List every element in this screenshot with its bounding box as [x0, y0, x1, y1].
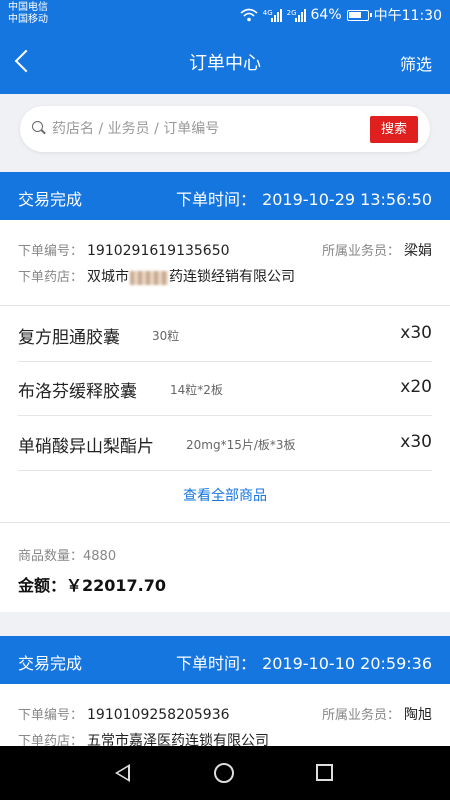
order-time: 下单时间： 2019-10-29 13:56:50: [176, 186, 432, 210]
product-row[interactable]: 布洛芬缓释胶囊 14粒*2板 x20: [0, 361, 450, 415]
carrier-2: 中国移动: [8, 14, 48, 25]
order-card-2: 下单编号： 1910109258205936 所属业务员： 陶旭 下单药店： 五常市嘉…: [0, 684, 450, 746]
order-time: 下单时间： 2019-10-10 20:59:36: [176, 650, 432, 674]
signal-icon-2: 2G: [286, 8, 306, 22]
order-number-value: 1910291619135650: [87, 243, 230, 259]
order-header-2[interactable]: 交易完成 下单时间： 2019-10-10 20:59:36: [0, 636, 450, 684]
network-type-1: 4G: [262, 8, 273, 17]
carrier-info: 中国电信 中国移动: [8, 2, 48, 26]
filter-button[interactable]: 筛选: [400, 51, 432, 75]
redacted-mosaic: [130, 270, 169, 285]
pharmacy-prefix: 双城市: [87, 269, 130, 285]
product-name: 单硝酸异山梨酯片: [18, 437, 154, 457]
salesperson-label: 所属业务员：: [321, 244, 400, 259]
order-status: 交易完成: [18, 654, 83, 673]
divider: [0, 305, 450, 306]
pharmacy-line: 下单药店： 五常市嘉泽医药连锁有限公司: [18, 730, 269, 746]
product-row[interactable]: 复方胆通胶囊 30粒 x30: [0, 307, 450, 361]
amount-label: 金额：: [18, 576, 67, 595]
product-name: 复方胆通胶囊: [18, 328, 120, 348]
product-qty: x20: [400, 377, 432, 397]
salesperson-label: 所属业务员：: [321, 708, 400, 723]
product-spec: 20mg*15片/板*3板: [186, 438, 296, 452]
salesperson-value: 梁娟: [404, 243, 432, 259]
search-area: 搜索: [0, 94, 450, 164]
product-count-value: 4880: [83, 549, 117, 564]
network-type-2: 2G: [286, 8, 297, 17]
order-header-1[interactable]: 交易完成 下单时间： 2019-10-29 13:56:50: [0, 172, 450, 220]
divider: [0, 522, 450, 523]
order-summary: 商品数量：4880 金额：￥22017.70: [18, 545, 166, 596]
order-number-line: 下单编号： 1910109258205936: [18, 704, 230, 723]
amount-value: ￥22017.70: [66, 576, 167, 595]
amount-line: 金额：￥22017.70: [18, 572, 166, 596]
carrier-1: 中国电信: [8, 2, 48, 13]
order-card-1: 下单编号： 1910291619135650 所属业务员： 梁娟 下单药店： 双城市 药…: [0, 220, 450, 612]
search-input[interactable]: [52, 114, 352, 144]
order-time-label: 下单时间：: [176, 190, 257, 209]
product-spec: 14粒*2板: [170, 383, 223, 397]
product-qty: x30: [400, 432, 432, 452]
signal-icon-1: 4G: [262, 8, 282, 22]
pharmacy-label: 下单药店：: [18, 734, 84, 746]
product-name: 布洛芬缓释胶囊: [18, 382, 137, 402]
order-time-value: 2019-10-29 13:56:50: [262, 190, 432, 209]
nav-recent-apps-icon[interactable]: [316, 764, 333, 781]
product-spec: 30粒: [152, 329, 180, 343]
clock: 中午11:30: [373, 8, 442, 24]
order-time-value: 2019-10-10 20:59:36: [262, 654, 432, 673]
search-box: 搜索: [20, 106, 430, 152]
salesperson-value: 陶旭: [404, 707, 432, 723]
divider: [18, 470, 432, 471]
pharmacy-suffix: 药连锁经销有限公司: [169, 269, 296, 285]
system-nav-bar: [0, 746, 450, 800]
nav-home-icon[interactable]: [214, 763, 234, 783]
salesperson-line: 所属业务员： 陶旭: [322, 704, 432, 724]
salesperson-line: 所属业务员： 梁娟: [322, 240, 432, 260]
order-time-label: 下单时间：: [176, 654, 257, 673]
pharmacy-label: 下单药店：: [18, 270, 84, 285]
product-count-line: 商品数量：4880: [18, 545, 166, 564]
product-row[interactable]: 单硝酸异山梨酯片 20mg*15片/板*3板 x30: [0, 416, 450, 470]
battery-icon: [346, 9, 372, 21]
search-button[interactable]: 搜索: [370, 116, 418, 143]
battery-percent: 64%: [310, 7, 342, 23]
pharmacy-value: 五常市嘉泽医药连锁有限公司: [87, 733, 270, 746]
search-icon: [32, 121, 46, 135]
order-number-value: 1910109258205936: [87, 707, 230, 723]
product-qty: x30: [400, 323, 432, 343]
order-status: 交易完成: [18, 190, 83, 209]
order-number-line: 下单编号： 1910291619135650: [18, 240, 230, 259]
order-number-label: 下单编号：: [18, 708, 84, 723]
pharmacy-line: 下单药店： 双城市 药连锁经销有限公司: [18, 266, 295, 286]
wifi-icon: [240, 8, 258, 22]
nav-back-icon[interactable]: [115, 764, 130, 782]
page-title: 订单中心: [189, 53, 261, 74]
view-all-products-link[interactable]: 查看全部商品: [0, 485, 450, 505]
product-count-label: 商品数量：: [18, 549, 84, 564]
app-header: 订单中心 筛选: [0, 30, 450, 94]
status-indicators: 4G 2G 64% 中午11:30: [240, 5, 442, 25]
status-bar: 中国电信 中国移动 4G 2G 64% 中午11:30: [0, 0, 450, 30]
order-number-label: 下单编号：: [18, 244, 84, 259]
